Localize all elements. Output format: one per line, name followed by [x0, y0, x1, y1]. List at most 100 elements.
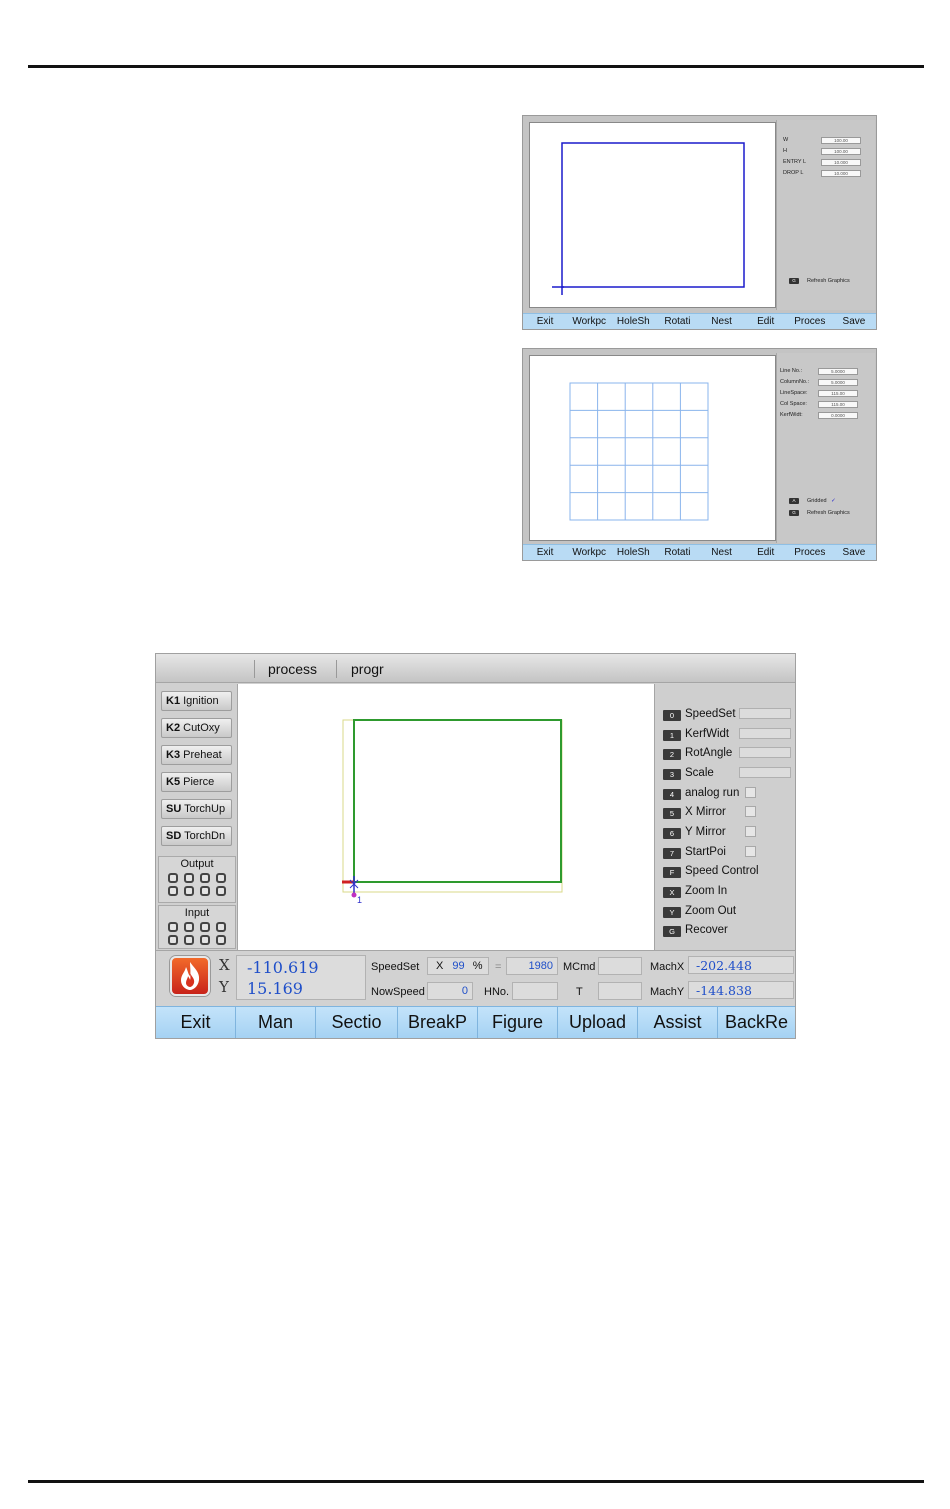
fkey-assist[interactable]: Assist — [638, 1007, 718, 1038]
y-mirror-item[interactable]: 6Y Mirror — [663, 824, 726, 840]
rot-angle-field[interactable] — [739, 747, 791, 758]
nowspeed-label: NowSpeed — [371, 986, 425, 998]
param-line-no[interactable]: Line No.: 5.0000 — [780, 367, 858, 376]
start-point-checkbox[interactable] — [745, 846, 756, 857]
menu-edit[interactable]: Edit — [744, 545, 788, 560]
fkey-manual[interactable]: Man — [236, 1007, 316, 1038]
menu-nest[interactable]: Nest — [700, 314, 744, 329]
refresh-graphics-button[interactable]: G Refresh Graphics — [789, 509, 850, 517]
ignition-button[interactable]: K1 Ignition — [161, 691, 232, 711]
menu-rotate[interactable]: Rotati — [655, 314, 699, 329]
kerf-width-item[interactable]: 1 KerfWidt — [663, 726, 729, 742]
rot-angle-item[interactable]: 2 RotAngle — [663, 745, 732, 761]
machx-value: -202.448 — [696, 958, 752, 973]
start-point-item[interactable]: 7 StartPoi — [663, 844, 726, 860]
param-entry-length[interactable]: ENTRY L 10.000 — [783, 158, 861, 167]
speed-set-item[interactable]: 0 SpeedSet — [663, 706, 736, 722]
graphics-canvas — [529, 355, 776, 541]
fkey-breakpoint[interactable]: BreakP — [398, 1007, 478, 1038]
screen1-menu-bar: Exit Workpc HoleSh Rotati Nest Edit Proc… — [523, 313, 876, 329]
param-h[interactable]: H 100.00 — [783, 147, 861, 156]
fkey-figure[interactable]: Figure — [478, 1007, 558, 1038]
menu-rotate[interactable]: Rotati — [655, 545, 699, 560]
menu-process[interactable]: Proces — [788, 314, 832, 329]
speedset-label: SpeedSet — [371, 961, 420, 973]
output-led-icon — [199, 886, 210, 896]
y-axis-label: Y — [219, 978, 229, 996]
menu-workpiece[interactable]: Workpc — [567, 314, 611, 329]
tab-program[interactable]: progr — [351, 654, 384, 683]
scale-field[interactable] — [739, 767, 791, 778]
cut-oxy-button[interactable]: K2 CutOxy — [161, 718, 232, 738]
param-line-space[interactable]: LineSpace: 115.00 — [780, 389, 858, 398]
equals-sign: = — [495, 961, 502, 973]
fkey-back-return[interactable]: BackRe — [718, 1007, 795, 1038]
top-tab-bar: process progr — [156, 654, 795, 683]
process-screen: process progr K1 Ignition K2 CutOxy K3 P… — [155, 653, 796, 1039]
manual-control-column: K1 Ignition K2 CutOxy K3 Preheat K5 Pier… — [156, 684, 238, 950]
param-col-space[interactable]: Col Space: 115.00 — [780, 400, 858, 409]
menu-hole-shape[interactable]: HoleSh — [611, 314, 655, 329]
machx-box: -202.448 — [688, 956, 794, 974]
machx-label: MachX — [650, 961, 685, 973]
menu-edit[interactable]: Edit — [744, 314, 788, 329]
analog-run-checkbox[interactable] — [745, 787, 756, 798]
output-led-icon — [215, 886, 226, 896]
menu-workpiece[interactable]: Workpc — [567, 545, 611, 560]
input-led-icon — [199, 922, 210, 932]
speed-set-field[interactable] — [739, 708, 791, 719]
output-led-icon — [199, 873, 210, 883]
hno-field — [512, 982, 558, 1000]
scale-item[interactable]: 3 Scale — [663, 765, 714, 781]
fkey-section[interactable]: Sectio — [316, 1007, 398, 1038]
menu-save[interactable]: Save — [832, 314, 876, 329]
output-led-icon — [183, 873, 194, 883]
output-led-icon — [215, 873, 226, 883]
menu-nest[interactable]: Nest — [700, 545, 744, 560]
tab-process[interactable]: process — [268, 654, 317, 683]
torch-up-button[interactable]: SU TorchUp — [161, 799, 232, 819]
menu-hole-shape[interactable]: HoleSh — [611, 545, 655, 560]
zoom-in-button[interactable]: X Zoom In — [663, 883, 727, 899]
output-led-icon — [183, 886, 194, 896]
param-w[interactable]: W 100.00 — [783, 136, 861, 145]
y-mirror-checkbox[interactable] — [745, 826, 756, 837]
rectangle-preview — [552, 142, 745, 295]
menu-save[interactable]: Save — [832, 545, 876, 560]
menu-exit[interactable]: Exit — [523, 314, 567, 329]
speed-control-button[interactable]: F Speed Control — [663, 863, 759, 879]
function-key-bar: Exit Man Sectio BreakP Figure Upload Ass… — [156, 1006, 795, 1038]
param-drop-length[interactable]: DROP L 10.000 — [783, 169, 861, 178]
t-field — [598, 982, 642, 1000]
tab-divider — [254, 660, 255, 678]
analog-run-item[interactable]: 4 analog run — [663, 785, 739, 801]
page-top-rule — [28, 65, 924, 68]
tab-divider — [336, 660, 337, 678]
x-mirror-item[interactable]: 5X Mirror — [663, 804, 726, 820]
input-led-icon — [167, 935, 178, 945]
torch-down-button[interactable]: SD TorchDn — [161, 826, 232, 846]
preheat-button[interactable]: K3 Preheat — [161, 745, 232, 765]
menu-exit[interactable]: Exit — [523, 545, 567, 560]
param-column-no[interactable]: ColumnNo.: 5.0000 — [780, 378, 858, 387]
machy-box: -144.838 — [688, 981, 794, 999]
zoom-out-button[interactable]: Y Zoom Out — [663, 903, 736, 919]
gridded-check-icon: ✓ — [831, 498, 836, 504]
fkey-exit[interactable]: Exit — [156, 1007, 236, 1038]
output-led-grid — [159, 873, 235, 896]
x-mirror-checkbox[interactable] — [745, 806, 756, 817]
output-label: Output — [180, 858, 214, 870]
recover-button[interactable]: G Recover — [663, 922, 728, 938]
hno-label: HNo. — [484, 986, 510, 998]
fkey-upload[interactable]: Upload — [558, 1007, 638, 1038]
cutting-path-viewport[interactable]: 1 — [238, 684, 654, 950]
param-kerf-width[interactable]: KerfWidt: 0.0000 — [780, 411, 858, 420]
kerf-width-field[interactable] — [739, 728, 791, 739]
pierce-button[interactable]: K5 Pierce — [161, 772, 232, 792]
speed-ratio-box[interactable]: X 99 % — [427, 957, 489, 975]
gridded-toggle[interactable]: A Gridded ✓ — [789, 497, 836, 505]
refresh-graphics-button[interactable]: G Refresh Graphics — [789, 277, 850, 285]
grid-preview — [569, 382, 709, 521]
input-led-icon — [183, 935, 194, 945]
menu-process[interactable]: Proces — [788, 545, 832, 560]
